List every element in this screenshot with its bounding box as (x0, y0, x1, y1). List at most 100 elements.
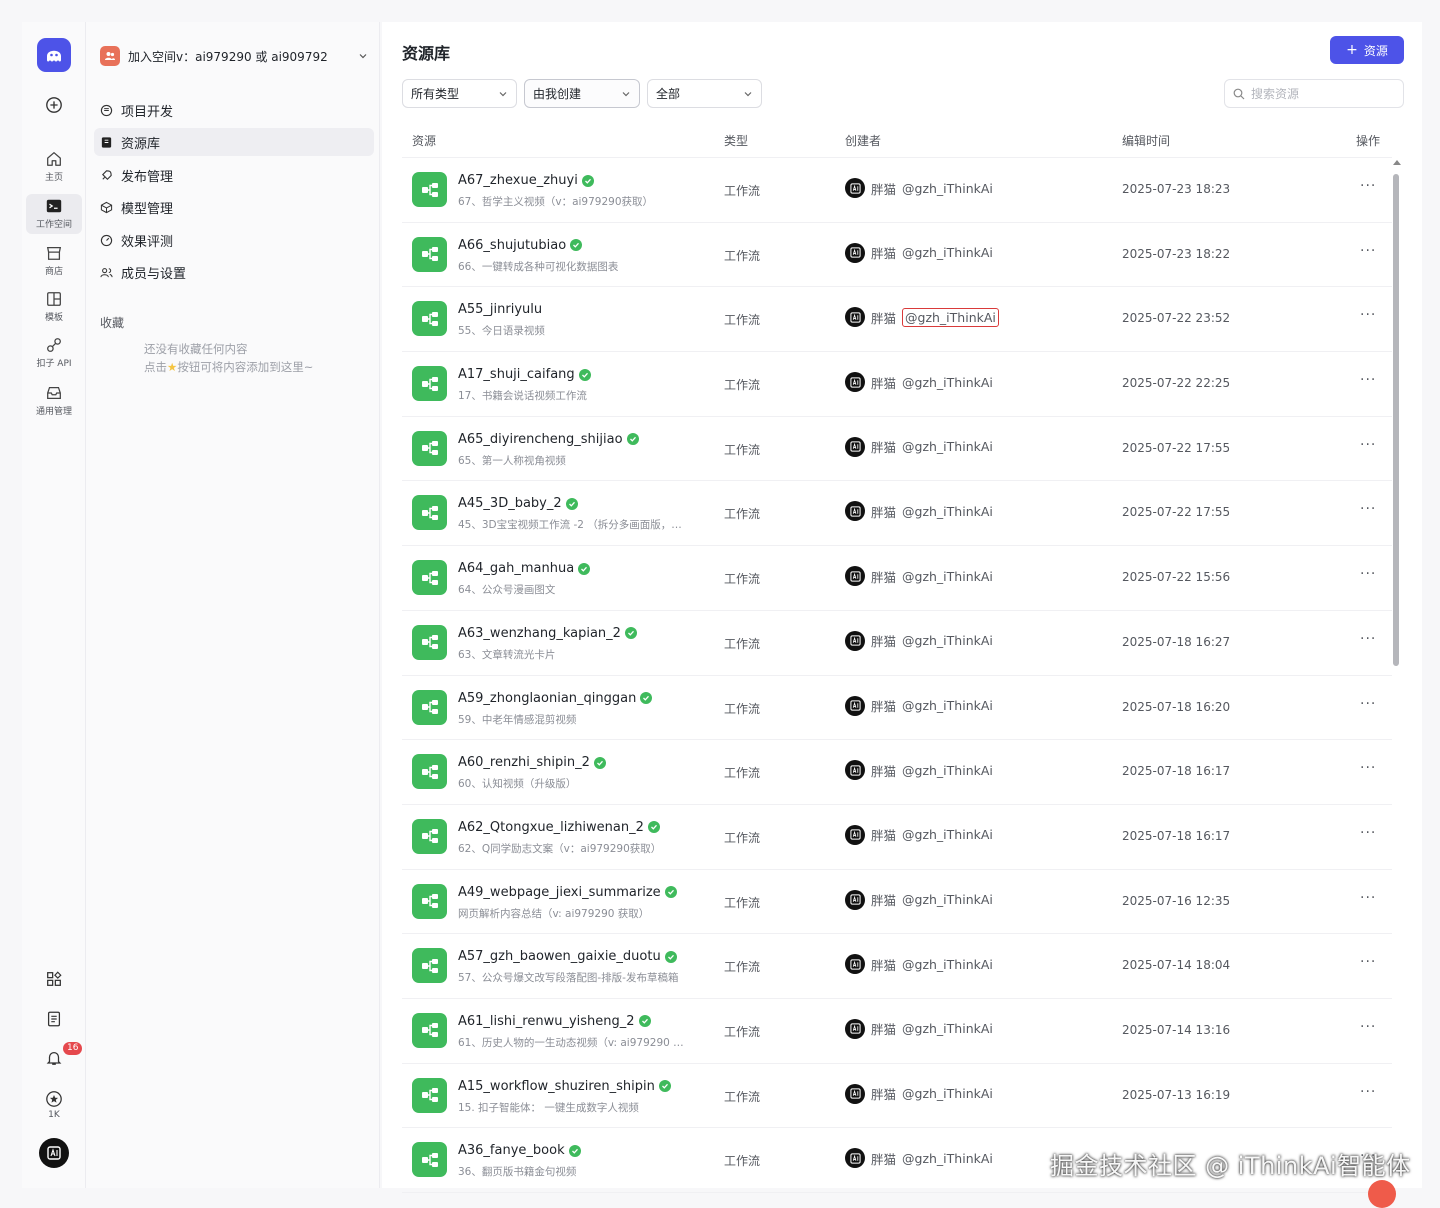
more-actions-icon[interactable]: ··· (1360, 243, 1376, 259)
creator-name: 胖猫 (871, 310, 897, 326)
resource-name[interactable]: A45_3D_baby_2 (458, 496, 578, 511)
resource-name[interactable]: A17_shuji_caifang (458, 367, 591, 382)
resource-name-text: A45_3D_baby_2 (458, 496, 562, 512)
col-creator[interactable]: 创建者 (845, 132, 881, 149)
more-actions-icon[interactable]: ··· (1360, 372, 1376, 388)
more-actions-icon[interactable]: ··· (1360, 437, 1376, 453)
resource-name-text: A59_zhonglaonian_qinggan (458, 690, 637, 706)
apps-grid-button[interactable] (26, 970, 82, 988)
table-row[interactable]: A59_zhonglaonian_qinggan 59、中老年情感混剪视频 工作… (402, 676, 1392, 741)
more-actions-icon[interactable]: ··· (1360, 890, 1376, 906)
table-row[interactable]: A67_zhexue_zhuyi 67、哲学主义视频（v：ai979290获取）… (402, 158, 1392, 223)
type-filter[interactable]: 所有类型 (402, 79, 517, 108)
table-row[interactable]: A49_webpage_jiexi_summarize 网页解析内容总结（v: … (402, 870, 1392, 935)
table-row[interactable]: A61_lishi_renwu_yisheng_2 61、历史人物的一生动态视频… (402, 999, 1392, 1064)
table-row[interactable]: A45_3D_baby_2 45、3D宝宝视频工作流 -2 （拆分多画面版，… … (402, 481, 1392, 547)
col-resource[interactable]: 资源 (412, 132, 436, 149)
nav-evaluation[interactable]: 效果评测 (94, 226, 374, 254)
rail-item-home[interactable]: 主页 (26, 150, 82, 183)
more-actions-icon[interactable]: ··· (1360, 696, 1376, 712)
creator-avatar-icon (845, 566, 865, 587)
resource-name[interactable]: A57_gzh_baowen_gaixie_duotu (458, 949, 677, 964)
search-icon (1233, 88, 1245, 99)
add-resource-button[interactable]: + 资源 (1330, 36, 1404, 64)
resource-name[interactable]: A15_workflow_shuziren_shipin (458, 1079, 671, 1094)
table-row[interactable]: A57_gzh_baowen_gaixie_duotu 57、公众号爆文改写段落… (402, 934, 1392, 999)
star-icon (46, 1091, 62, 1107)
nav-library[interactable]: 资源库 (94, 128, 374, 156)
resource-name-text: A62_Qtongxue_lizhiwenan_2 (458, 819, 644, 835)
resource-name[interactable]: A65_diyirencheng_shijiao (458, 432, 639, 447)
search-box[interactable] (1224, 79, 1404, 108)
nav-models[interactable]: 模型管理 (94, 193, 374, 221)
table-row[interactable]: A65_diyirencheng_shijiao 65、第一人称视角视频 工作流… (402, 417, 1392, 482)
rail-item-template[interactable]: 模板 (26, 290, 82, 323)
creator-filter[interactable]: 由我创建 (524, 79, 640, 108)
table-row[interactable]: A66_shujutubiao 66、一键转成各种可视化数据图表 工作流 胖猫 … (402, 223, 1392, 288)
more-actions-icon[interactable]: ··· (1360, 760, 1376, 776)
more-actions-icon[interactable]: ··· (1360, 631, 1376, 647)
resource-name-text: A57_gzh_baowen_gaixie_duotu (458, 949, 661, 965)
notifications-button[interactable]: 16 (26, 1042, 83, 1067)
space-selector[interactable]: 加入空间v：ai979290 或 ai909792 (100, 44, 368, 68)
rail-item-store[interactable]: 商店 (26, 244, 82, 277)
verified-check-icon (647, 821, 660, 834)
more-actions-icon[interactable]: ··· (1360, 825, 1376, 841)
scroll-up-arrow-icon[interactable] (1393, 160, 1401, 165)
verified-check-icon (640, 692, 653, 704)
creator-avatar-icon (845, 695, 865, 716)
github-star-button[interactable]: 1K (26, 1090, 82, 1120)
resource-name[interactable]: A67_zhexue_zhuyi (458, 173, 594, 188)
edited-time: 2025-07-22 17:55 (1122, 440, 1231, 455)
resource-name[interactable]: A49_webpage_jiexi_summarize (458, 885, 677, 900)
rail-item-workspace[interactable]: 工作空间 (26, 194, 82, 234)
more-actions-icon[interactable]: ··· (1360, 501, 1376, 517)
table-row[interactable]: A55_jinriyulu 55、今日语录视频 工作流 胖猫 @gzh_iThi… (402, 287, 1392, 353)
table-row[interactable]: A62_Qtongxue_lizhiwenan_2 62、Q同学励志文案（v：a… (402, 805, 1392, 870)
table-row[interactable]: A63_wenzhang_kapian_2 63、文章转流光卡片 工作流 胖猫 … (402, 611, 1392, 676)
resource-name[interactable]: A60_renzhi_shipin_2 (458, 755, 606, 770)
search-input[interactable] (1251, 86, 1391, 101)
resource-name[interactable]: A61_lishi_renwu_yisheng_2 (458, 1014, 651, 1029)
table-row[interactable]: A60_renzhi_shipin_2 60、认知视频（升级版） 工作流 胖猫 … (402, 740, 1392, 805)
status-filter[interactable]: 全部 (647, 79, 762, 108)
user-avatar[interactable] (39, 1138, 69, 1168)
scrollbar[interactable] (1392, 160, 1401, 1180)
creator: 胖猫 @gzh_iThinkAi (845, 242, 993, 263)
resource-desc: 17、书籍会说话视频工作流 (458, 390, 587, 403)
more-actions-icon[interactable]: ··· (1360, 307, 1376, 323)
resource-name[interactable]: A59_zhonglaonian_qinggan (458, 690, 653, 706)
resource-name[interactable]: A66_shujutubiao (458, 238, 583, 253)
docs-button[interactable] (26, 1010, 82, 1028)
table-row[interactable]: A64_gah_manhua 64、公众号漫画图文 工作流 胖猫 @gzh_iT… (402, 546, 1392, 611)
col-type[interactable]: 类型 (724, 132, 748, 149)
ai-avatar-icon (47, 1146, 61, 1160)
nav-publish[interactable]: 发布管理 (94, 161, 374, 189)
coze-logo-icon[interactable] (37, 38, 71, 72)
creator-name: 胖猫 (871, 181, 897, 197)
rail-item-api[interactable]: 扣子 API (26, 336, 82, 369)
cube-icon (100, 201, 113, 213)
more-actions-icon[interactable]: ··· (1360, 1084, 1376, 1100)
rail-item-general[interactable]: 通用管理 (26, 384, 82, 417)
resource-desc: 64、公众号漫画图文 (458, 584, 556, 597)
floating-assistant-icon[interactable] (1368, 1180, 1396, 1208)
table-row[interactable]: A17_shuji_caifang 17、书籍会说话视频工作流 工作流 胖猫 @… (402, 352, 1392, 417)
resource-name[interactable]: A62_Qtongxue_lizhiwenan_2 (458, 820, 660, 835)
more-actions-icon[interactable]: ··· (1360, 566, 1376, 582)
resource-name[interactable]: A63_wenzhang_kapian_2 (458, 626, 637, 641)
create-button[interactable] (26, 96, 82, 114)
more-actions-icon[interactable]: ··· (1360, 178, 1376, 194)
scrollbar-thumb[interactable] (1393, 174, 1399, 666)
more-actions-icon[interactable]: ··· (1360, 954, 1376, 970)
col-edited-time[interactable]: 编辑时间 (1122, 132, 1170, 149)
nav-members[interactable]: 成员与设置 (94, 258, 374, 286)
resource-name[interactable]: A36_fanye_book (458, 1143, 581, 1158)
verified-check-icon (568, 1144, 581, 1157)
more-actions-icon[interactable]: ··· (1360, 1019, 1376, 1035)
resource-name[interactable]: A64_gah_manhua (458, 561, 591, 576)
resource-name[interactable]: A55_jinriyulu (458, 302, 542, 317)
table-row[interactable]: A15_workflow_shuziren_shipin 15. 扣子智能体： … (402, 1064, 1392, 1129)
nav-project-dev[interactable]: 项目开发 (94, 96, 374, 124)
creator-name: 胖猫 (871, 634, 897, 650)
